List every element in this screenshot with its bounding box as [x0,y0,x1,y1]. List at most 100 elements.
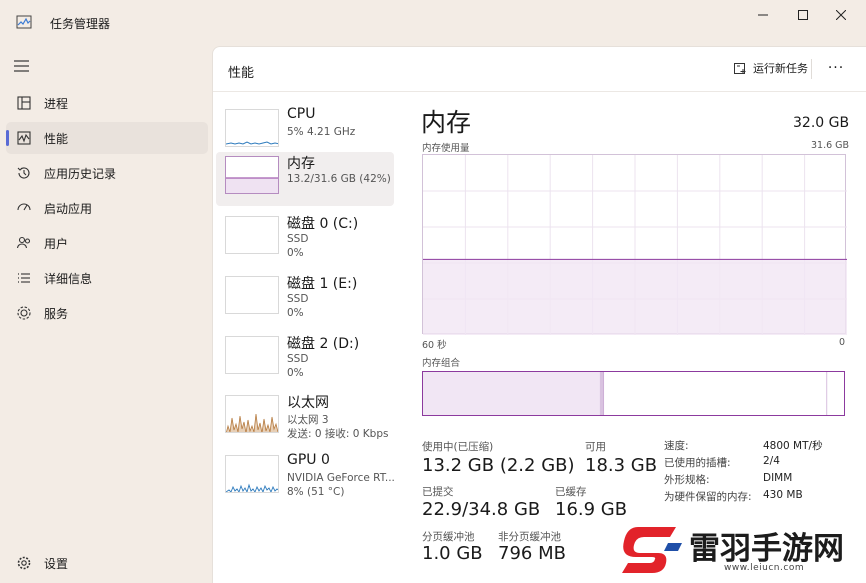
page-header: 性能 运行新任务 ··· [213,47,866,92]
composition-free [827,372,844,415]
in-use-label: 使用中(已压缩) [422,441,494,453]
watermark-logo-icon [622,527,682,573]
committed-value: 22.9/34.8 GB [422,499,541,520]
sidebar-item-details[interactable]: 详细信息 [6,262,208,294]
device-item-memory[interactable]: 内存 13.2/31.6 GB (42%) [216,152,394,206]
paged-pool-value: 1.0 GB [422,543,483,564]
nonpaged-pool-value: 796 MB [498,543,566,564]
header-divider [811,59,812,79]
details-icon [18,273,30,283]
device-adapter: 以太网 3 [287,414,329,426]
spec-form-factor-value: DIMM [763,472,793,484]
usage-area [423,259,847,335]
task-manager-icon [16,15,32,29]
device-item-gpu[interactable]: GPU 0 NVIDIA GeForce RT... 8% (51 °C) [216,451,395,505]
minimize-icon [758,14,768,16]
graph-time-start: 60 秒 [422,340,447,351]
composition-label: 内存组合 [422,358,461,369]
disk-thumbnail [225,216,279,254]
sidebar-item-settings[interactable]: 设置 [6,547,208,579]
device-summary: 5% 4.21 GHz [287,126,356,138]
device-item-cpu[interactable]: CPU 5% 4.21 GHz [216,105,394,159]
run-new-task-button[interactable]: 运行新任务 [734,60,808,76]
device-name: GPU 0 [287,452,330,468]
available-value: 18.3 GB [585,455,658,476]
cpu-thumbnail [225,109,279,147]
processes-icon [17,96,31,110]
gpu-thumbnail [225,455,279,493]
composition-standby [604,372,828,415]
watermark-url: www.leiucn.com [724,563,805,573]
main-panel: 性能 运行新任务 ··· CPU 5% 4.21 GHz 内存 13.2/31.… [212,46,866,583]
sidebar-item-services[interactable]: 服务 [6,297,208,329]
sidebar-item-processes[interactable]: 进程 [6,87,208,119]
composition-in-use [423,372,600,415]
gear-icon [17,556,31,570]
sidebar-item-users[interactable]: 用户 [6,227,208,259]
committed-label: 已提交 [422,486,454,498]
spec-form-factor-label: 外形规格: [664,474,710,486]
usage-graph-max: 31.6 GB [811,140,850,151]
menu-icon[interactable] [13,59,31,73]
device-name: 磁盘 2 (D:) [287,336,360,352]
page-title: 性能 [228,66,255,81]
device-usage: 0% [287,307,304,319]
cached-value: 16.9 GB [555,499,628,520]
maximize-icon [798,10,808,20]
disk-thumbnail [225,336,279,374]
device-name: 以太网 [287,395,329,411]
device-model: NVIDIA GeForce RT... [287,472,395,484]
sidebar-item-label: 启动应用 [44,202,93,216]
device-item-disk-0[interactable]: 磁盘 0 (C:) SSD 0% [216,212,394,266]
spec-speed-value: 4800 MT/秒 [763,440,823,452]
sidebar-item-performance[interactable]: 性能 [6,122,208,154]
spec-slots-value: 2/4 [763,455,780,467]
watermark-text: 雷羽手游网 [689,531,844,567]
device-usage: 8% (51 °C) [287,486,345,498]
window-title: 任务管理器 [50,17,111,31]
device-type: SSD [287,293,309,305]
memory-usage-graph [422,154,847,335]
performance-icon [17,131,31,145]
device-item-disk-1[interactable]: 磁盘 1 (E:) SSD 0% [216,272,394,326]
sidebar-item-startup[interactable]: 启动应用 [6,192,208,224]
device-throughput: 发送: 0 接收: 0 Kbps [287,428,389,440]
sidebar-item-label: 用户 [44,237,69,251]
sidebar: 进程 性能 应用历史记录 启动应用 用户 详细信息 服务 设置 [0,46,212,583]
close-button[interactable] [818,0,864,30]
sidebar-item-label: 应用历史记录 [44,167,117,181]
sidebar-item-label: 进程 [44,97,69,111]
device-name: CPU [287,106,316,122]
close-icon [836,10,846,20]
spec-slots-label: 已使用的插槽: [664,457,731,469]
device-name: 内存 [287,156,315,172]
device-usage: 0% [287,367,304,379]
device-type: SSD [287,353,309,365]
nonpaged-pool-label: 非分页缓冲池 [498,531,561,543]
users-icon [16,236,31,249]
app-history-icon [17,167,30,179]
available-label: 可用 [585,441,606,453]
paged-pool-label: 分页缓冲池 [422,531,475,543]
graph-time-end: 0 [839,337,846,348]
detail-title: 内存 [421,108,472,137]
device-item-disk-2[interactable]: 磁盘 2 (D:) SSD 0% [216,332,394,386]
spec-speed-label: 速度: [664,440,689,452]
title-bar: 任务管理器 [0,0,866,46]
spec-reserved-value: 430 MB [763,489,803,501]
more-options-button[interactable]: ··· [821,55,851,83]
device-name: 磁盘 0 (C:) [287,216,359,232]
device-type: SSD [287,233,309,245]
device-item-ethernet[interactable]: 以太网 以太网 3 发送: 0 接收: 0 Kbps [216,391,394,445]
memory-total: 32.0 GB [793,115,850,131]
startup-icon [17,203,31,211]
memory-thumbnail [225,156,279,194]
sidebar-item-label: 详细信息 [44,272,93,286]
sidebar-item-label: 服务 [44,307,69,321]
sidebar-item-app-history[interactable]: 应用历史记录 [6,157,208,189]
device-usage: 0% [287,247,304,259]
in-use-value: 13.2 GB (2.2 GB) [422,455,575,476]
disk-thumbnail [225,276,279,314]
sidebar-item-label: 设置 [44,557,69,571]
device-name: 磁盘 1 (E:) [287,276,358,292]
